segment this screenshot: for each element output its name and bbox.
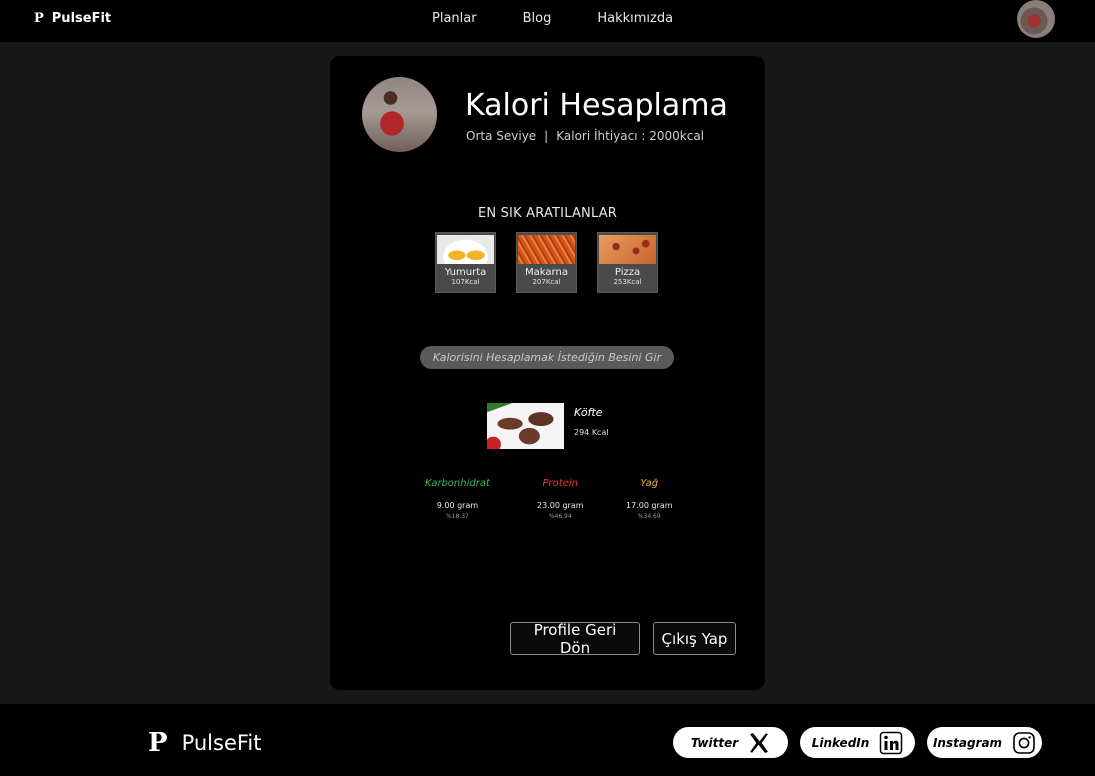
macro-gram: 23.00 gram [537,501,584,510]
macro-percent: %46.94 [548,513,572,520]
pulsefit-logo-icon: P [34,11,44,26]
x-icon [750,732,768,753]
brand-name: PulseFit [51,11,112,26]
macro-label: Protein [542,478,578,489]
macro-label: Karbonhidrat [425,478,490,489]
food-kcal: 107Kcal [451,278,480,286]
profile-subtitle: Orta Seviye | Kalori İhtiyacı : 2000kcal [466,129,704,143]
page-title: Kalori Hesaplama [465,88,728,123]
macro-protein: Protein 23.00 gram %46.94 [537,478,584,520]
instagram-icon [1013,731,1035,754]
food-name: Pizza [614,267,641,278]
calorie-need-text: Kalori İhtiyacı : 2000kcal [556,129,705,143]
nav-links: Planlar Blog Hakkımızda [432,11,673,26]
food-name: Makarna [525,267,568,278]
food-name: Yumurta [444,267,487,278]
macro-percent: %34.69 [637,513,661,520]
pizza-image [599,235,656,264]
user-avatar[interactable] [1017,0,1055,38]
macro-label: Yağ [640,478,659,489]
profile-photo [362,77,437,152]
social-label: LinkedIn [811,735,870,750]
food-search-input[interactable] [420,346,674,369]
popular-foods: Yumurta 107Kcal Makarna 207Kcal Pizza 25… [435,232,658,293]
macro-fat: Yağ 17.00 gram %34.69 [626,478,673,520]
food-tile-makarna[interactable]: Makarna 207Kcal [516,232,577,293]
macro-percent: %18.37 [445,513,469,520]
kofte-image [487,403,564,449]
footer-brand[interactable]: P PulseFit [148,728,261,758]
macro-breakdown: Karbonhidrat 9.00 gram %18.37 Protein 23… [418,478,688,528]
instagram-button[interactable]: Instagram [927,727,1042,758]
egg-image [437,235,494,264]
subtitle-separator: | [544,129,549,143]
result-food-kcal: 294 Kcal [574,428,609,437]
food-kcal: 253Kcal [613,278,642,286]
linkedin-button[interactable]: LinkedIn [800,727,915,758]
nav-link-planlar[interactable]: Planlar [432,11,477,26]
social-links: Twitter LinkedIn Instagram [673,727,1042,758]
brand-logo[interactable]: P PulseFit [34,11,111,26]
macro-gram: 17.00 gram [626,501,673,510]
food-tile-yumurta[interactable]: Yumurta 107Kcal [435,232,496,293]
logout-button[interactable]: Çıkış Yap [653,622,736,655]
twitter-button[interactable]: Twitter [673,727,788,758]
back-to-profile-button[interactable]: Profile Geri Dön [510,621,640,657]
pasta-image [518,235,575,264]
nav-link-blog[interactable]: Blog [523,11,552,26]
nav-link-hakkimizda[interactable]: Hakkımızda [597,11,673,26]
pulsefit-logo-icon: P [148,728,168,758]
top-nav: P PulseFit Planlar Blog Hakkımızda [0,0,1095,42]
macro-gram: 9.00 gram [436,501,479,510]
social-label: Instagram [932,735,1003,750]
social-label: Twitter [690,735,739,750]
macro-carbohydrate: Karbonhidrat 9.00 gram %18.37 [425,478,490,520]
level-text: Orta Seviye [466,129,537,143]
calorie-card: Kalori Hesaplama Orta Seviye | Kalori İh… [330,56,765,690]
footer-brand-name: PulseFit [181,731,262,755]
linkedin-icon [880,731,903,754]
result-food-name: Köfte [574,406,603,419]
food-tile-pizza[interactable]: Pizza 253Kcal [597,232,658,293]
food-kcal: 207Kcal [532,278,561,286]
footer: P PulseFit Twitter LinkedIn Instagram [0,704,1095,776]
popular-title: EN SIK ARATILANLAR [477,206,618,221]
